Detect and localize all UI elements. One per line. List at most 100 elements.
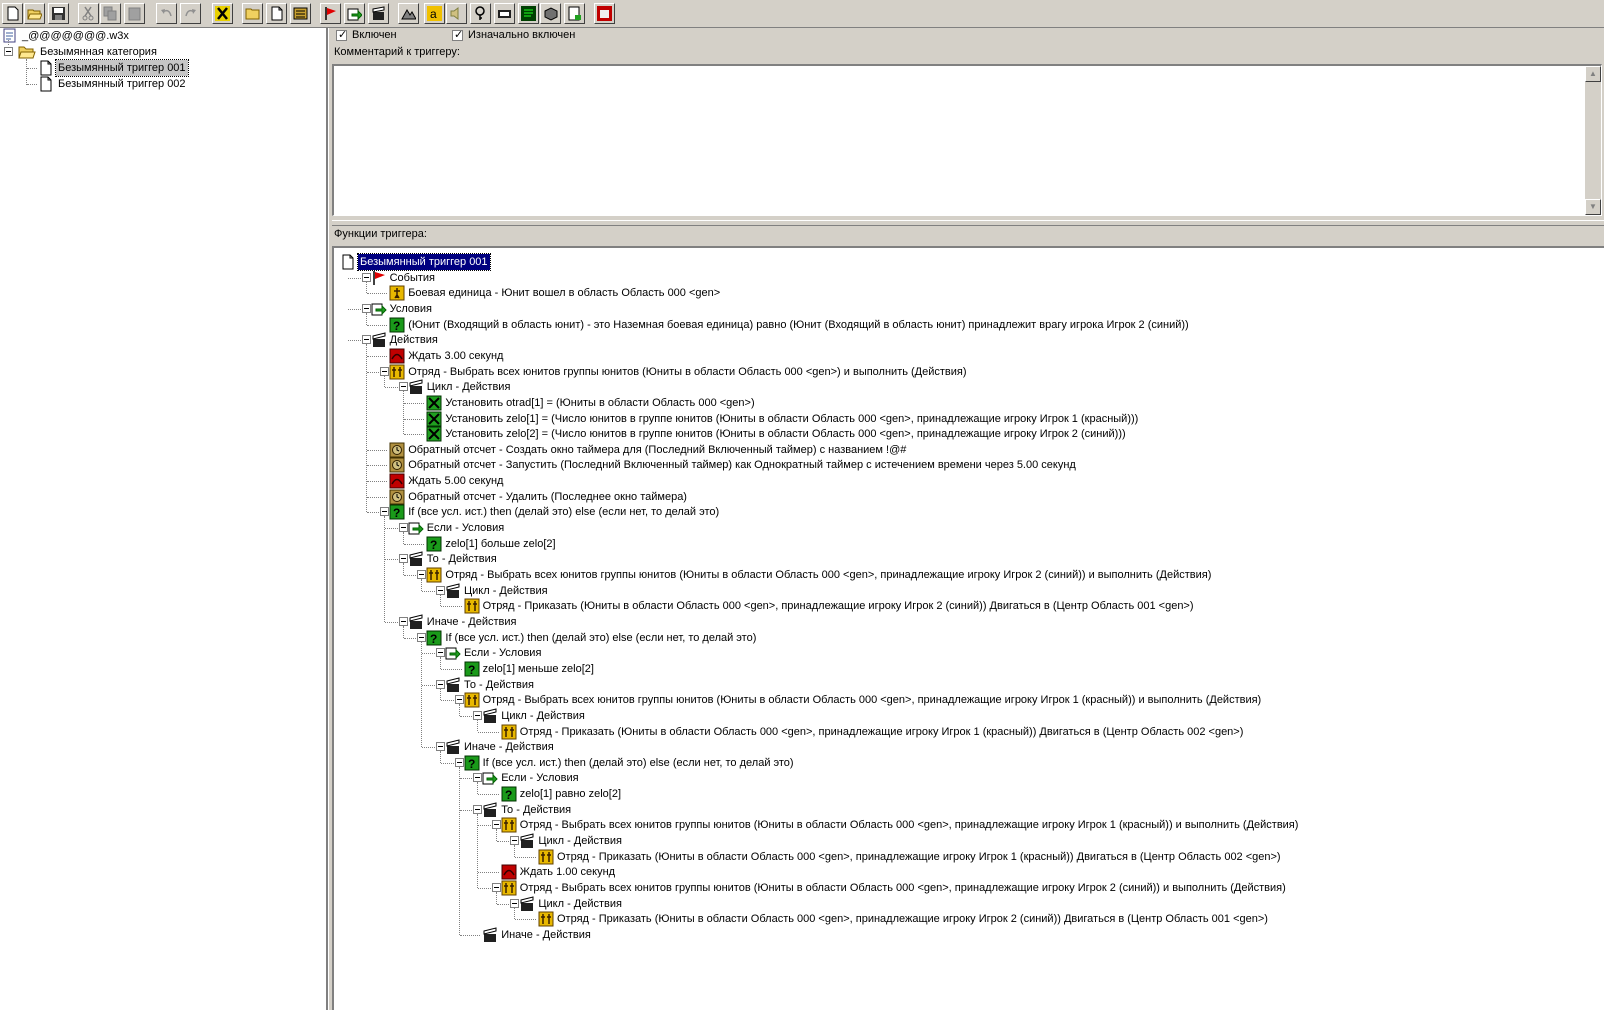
comment-textarea[interactable]: ▲ ▼ <box>332 64 1602 216</box>
function-node[interactable]: ? zelo[1] больше zelo[2] <box>334 536 1602 552</box>
red-flag-button[interactable] <box>320 3 341 24</box>
function-node[interactable]: Ждать 5.00 секунд <box>334 473 1602 489</box>
function-node[interactable]: Установить zelo[1] = (Число юнитов в гру… <box>334 411 1602 427</box>
function-node[interactable]: Отряд - Выбрать всех юнитов группы юнито… <box>334 692 1602 708</box>
cut-button[interactable] <box>78 3 99 24</box>
function-node[interactable]: Ждать 3.00 секунд <box>334 348 1602 364</box>
collapse-toggle-icon[interactable] <box>436 648 445 658</box>
enabled-checkbox[interactable] <box>336 28 347 41</box>
function-node[interactable]: События <box>334 270 1602 286</box>
function-node[interactable]: Отряд - Выбрать всех юнитов группы юнито… <box>334 567 1602 583</box>
function-node[interactable]: Обратный отсчет - Запустить (Последний В… <box>334 457 1602 473</box>
scroll-up-button[interactable]: ▲ <box>1585 66 1601 82</box>
undo-button[interactable] <box>156 3 177 24</box>
collapse-toggle-icon[interactable] <box>398 616 408 626</box>
function-node[interactable]: Безымянный триггер 001 <box>334 253 1602 271</box>
open-folder-button[interactable] <box>24 3 45 24</box>
collapse-toggle-icon[interactable] <box>473 773 483 783</box>
function-node[interactable]: Боевая единица - Юнит вошел в область Об… <box>334 285 1602 301</box>
collapse-toggle-icon[interactable] <box>417 570 427 579</box>
collapse-toggle-icon[interactable] <box>436 585 445 595</box>
function-node[interactable]: Отряд - Выбрать всех юнитов группы юнито… <box>334 364 1602 380</box>
function-node[interactable]: Иначе - Действия <box>334 927 1602 943</box>
function-node[interactable]: Установить otrad[1] = (Юниты в области О… <box>334 395 1602 411</box>
collapse-toggle-icon[interactable] <box>436 742 445 752</box>
trigger-list-tree[interactable]: _@@@@@@@.w3x Безымянная категория Безымя… <box>0 28 328 1010</box>
function-node[interactable]: То - Действия <box>334 802 1602 818</box>
key-button[interactable] <box>470 3 491 24</box>
function-node[interactable]: Отряд - Приказать (Юниты в области Облас… <box>334 598 1602 614</box>
function-node[interactable]: Если - Условия <box>334 520 1602 536</box>
function-node[interactable]: Отряд - Приказать (Юниты в области Облас… <box>334 911 1602 927</box>
function-node[interactable]: Условия <box>334 301 1602 317</box>
clapper-button[interactable] <box>368 3 389 24</box>
text-a-button[interactable]: a <box>424 3 445 24</box>
collapse-toggle-icon[interactable] <box>417 632 427 642</box>
green-arrow-button[interactable] <box>344 3 365 24</box>
initially-enabled-checkbox[interactable] <box>452 28 463 41</box>
function-node[interactable]: Цикл - Действия <box>334 379 1602 395</box>
function-node[interactable]: Обратный отсчет - Удалить (Последнее окн… <box>334 489 1602 505</box>
function-node[interactable]: ? If (все усл. ист.) then (делай это) els… <box>334 755 1602 771</box>
function-node[interactable]: Отряд - Выбрать всех юнитов группы юнито… <box>334 880 1602 896</box>
collapse-toggle-icon[interactable] <box>473 710 483 720</box>
function-node[interactable]: Установить zelo[2] = (Число юнитов в гру… <box>334 426 1602 442</box>
new-comment-button[interactable] <box>290 3 311 24</box>
collapse-toggle-icon[interactable] <box>491 883 501 892</box>
function-node[interactable]: Отряд - Приказать (Юниты в области Облас… <box>334 724 1602 740</box>
save-button[interactable] <box>48 3 69 24</box>
import-button[interactable] <box>494 3 515 24</box>
function-node[interactable]: Цикл - Действия <box>334 708 1602 724</box>
collapse-toggle-icon[interactable] <box>454 695 464 705</box>
collapse-toggle-icon[interactable] <box>510 898 520 908</box>
collapse-toggle-icon[interactable] <box>510 836 520 846</box>
function-node[interactable]: То - Действия <box>334 551 1602 567</box>
collapse-toggle-icon[interactable] <box>361 272 371 282</box>
collapse-toggle-icon[interactable] <box>361 303 371 313</box>
sound-button[interactable] <box>446 3 467 24</box>
collapse-toggle-icon[interactable] <box>380 366 390 376</box>
function-node[interactable]: Действия <box>334 332 1602 348</box>
page-edit-button[interactable] <box>564 3 585 24</box>
x-tool-button[interactable] <box>212 3 233 24</box>
function-node[interactable]: Ждать 1.00 секунд <box>334 864 1602 880</box>
tree-trigger-001[interactable]: Безымянный триггер 001 <box>38 59 318 77</box>
collapse-toggle-icon[interactable] <box>473 804 483 814</box>
function-node[interactable]: Цикл - Действия <box>334 583 1602 599</box>
terrain-button[interactable] <box>398 3 419 24</box>
horizontal-splitter[interactable] <box>332 220 1604 226</box>
function-node[interactable]: Отряд - Выбрать всех юнитов группы юнито… <box>334 817 1602 833</box>
collapse-toggle-icon[interactable] <box>398 554 408 564</box>
redo-button[interactable] <box>180 3 201 24</box>
object-button[interactable] <box>540 3 561 24</box>
collapse-toggle-icon[interactable] <box>436 679 445 689</box>
function-node[interactable]: Иначе - Действия <box>334 739 1602 755</box>
exit-button[interactable] <box>594 3 615 24</box>
function-node[interactable]: Если - Условия <box>334 770 1602 786</box>
function-node[interactable]: ? zelo[1] равно zelo[2] <box>334 786 1602 802</box>
comment-scrollbar[interactable]: ▲ ▼ <box>1585 66 1601 215</box>
function-node[interactable]: ? zelo[1] меньше zelo[2] <box>334 661 1602 677</box>
new-trigger-button[interactable] <box>266 3 287 24</box>
tree-trigger-002[interactable]: Безымянный триггер 002 <box>38 76 318 92</box>
collapse-toggle-icon[interactable] <box>361 335 371 345</box>
function-node[interactable]: То - Действия <box>334 676 1602 693</box>
function-node[interactable]: Цикл - Действия <box>334 833 1602 849</box>
collapse-toggle-icon[interactable] <box>491 820 501 830</box>
collapse-toggle-icon[interactable] <box>454 757 464 767</box>
collapse-toggle-icon[interactable] <box>398 382 408 392</box>
function-node[interactable]: Цикл - Действия <box>334 896 1602 912</box>
function-node[interactable]: Отряд - Приказать (Юниты в области Облас… <box>334 849 1602 865</box>
function-node[interactable]: ? If (все усл. ист.) then (делай это) els… <box>334 504 1602 520</box>
new-file-button[interactable] <box>2 3 23 24</box>
collapse-toggle-icon[interactable] <box>398 523 408 533</box>
scroll-down-button[interactable]: ▼ <box>1585 199 1601 215</box>
function-node[interactable]: ? (Юнит (Входящий в область юнит) - это Н… <box>334 317 1602 333</box>
new-category-button[interactable] <box>242 3 263 24</box>
copy-button[interactable] <box>100 3 121 24</box>
function-node[interactable]: ? If (все усл. ист.) then (делай это) els… <box>334 630 1602 646</box>
collapse-toggle-icon[interactable] <box>380 507 390 517</box>
trigger-functions-tree[interactable]: Безымянный триггер 001 События Боевая един… <box>332 246 1604 1010</box>
monitor-button[interactable] <box>518 3 539 24</box>
function-node[interactable]: Обратный отсчет - Создать окно таймера д… <box>334 442 1602 458</box>
